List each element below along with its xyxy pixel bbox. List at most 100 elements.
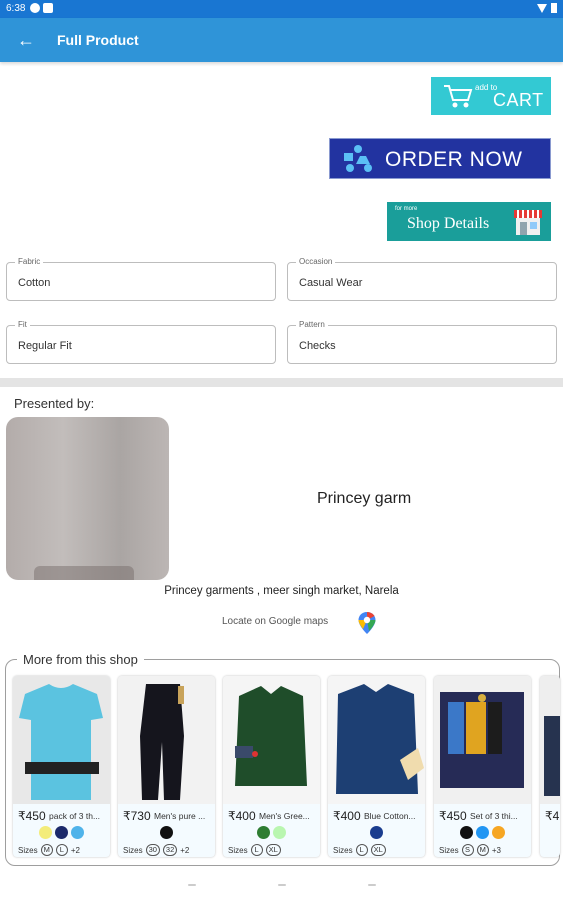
size-chip[interactable]: S [461, 844, 474, 856]
size-list: Sizes L XL [228, 844, 281, 856]
delivery-scooter-icon [344, 145, 372, 172]
locate-on-maps-link[interactable]: Locate on Google maps [222, 616, 328, 627]
cart-label: CART [493, 90, 544, 110]
color-swatches [328, 826, 425, 839]
shop-details-button[interactable]: for more Shop Details [387, 202, 551, 241]
product-price: ₹400 [228, 809, 256, 823]
notification-file-icon [43, 3, 53, 13]
product-name: pack of 3 th... [49, 811, 101, 821]
shop-address: Princey garments , meer singh market, Na… [164, 585, 399, 597]
color-swatch[interactable] [476, 826, 489, 839]
size-chip[interactable]: 30 [145, 844, 160, 856]
fabric-value: Cotton [18, 277, 51, 289]
product-image [434, 676, 531, 804]
product-card[interactable]: ₹400 Men's Gree... Sizes L XL [223, 676, 320, 857]
shop-details-label: Shop Details [407, 215, 490, 232]
google-maps-pin-icon[interactable] [357, 611, 377, 635]
sizes-label: Sizes [123, 845, 143, 855]
color-swatch[interactable] [273, 826, 286, 839]
size-list: Sizes S M +3 [439, 844, 501, 856]
section-divider [0, 378, 563, 387]
shopping-cart-icon [444, 85, 473, 108]
color-swatches [434, 826, 531, 839]
fabric-field: Fabric Cotton [6, 257, 276, 301]
color-swatch[interactable] [257, 826, 270, 839]
product-image [223, 676, 320, 804]
occasion-label: Occasion [296, 257, 336, 266]
fit-value: Regular Fit [18, 340, 72, 352]
size-chip[interactable]: L [55, 844, 68, 856]
storefront-icon [514, 210, 542, 235]
notification-app-icon [30, 3, 40, 13]
shop-image[interactable] [6, 417, 169, 580]
status-bar: 6:38 [0, 0, 563, 18]
product-image [328, 676, 425, 804]
product-price: ₹730 [123, 809, 151, 823]
size-list: Sizes L XL [333, 844, 386, 856]
color-swatches [13, 826, 110, 839]
add-to-cart-button[interactable]: add to CART [431, 77, 551, 115]
product-image [118, 676, 215, 804]
color-swatch[interactable] [39, 826, 52, 839]
shop-name: Princey garm [317, 490, 412, 507]
notification-icons [30, 3, 53, 13]
more-sizes-count: +2 [180, 845, 190, 855]
pattern-field: Pattern Checks [287, 320, 557, 364]
presented-by-heading: Presented by: [14, 396, 95, 411]
product-price: ₹400 [333, 809, 361, 823]
more-sizes-count: +2 [70, 845, 80, 855]
nav-hint [188, 884, 196, 886]
size-chip[interactable]: M [476, 844, 489, 856]
occasion-value: Casual Wear [299, 277, 363, 289]
shop-details-small-label: for more [395, 206, 418, 212]
more-from-shop-title: More from this shop [17, 652, 144, 667]
product-name: Men's pure ... [154, 811, 206, 821]
color-swatches [223, 826, 320, 839]
pattern-label: Pattern [296, 320, 328, 329]
wifi-icon [537, 3, 547, 13]
product-price: ₹450 [439, 809, 467, 823]
color-swatch[interactable] [160, 826, 173, 839]
product-name: Blue Cotton... [364, 811, 416, 821]
sizes-label: Sizes [333, 845, 353, 855]
product-card[interactable]: ₹730 Men's pure ... Sizes 30 32 +2 [118, 676, 215, 857]
product-price: ₹450 [18, 809, 46, 823]
color-swatch[interactable] [492, 826, 505, 839]
size-chip[interactable]: 32 [162, 844, 178, 856]
nav-hint [368, 884, 376, 886]
color-swatch[interactable] [460, 826, 473, 839]
size-chip[interactable]: L [250, 844, 263, 856]
more-sizes-count: +3 [491, 845, 501, 855]
color-swatch[interactable] [370, 826, 383, 839]
product-card[interactable]: ₹400 Blue Cotton... Sizes L XL [328, 676, 425, 857]
size-chip[interactable]: XL [265, 844, 281, 856]
sizes-label: Sizes [228, 845, 248, 855]
battery-icon [551, 3, 557, 13]
product-name: Set of 3 thi... [470, 811, 518, 821]
size-chip[interactable]: M [40, 844, 53, 856]
color-swatch[interactable] [55, 826, 68, 839]
page-title: Full Product [57, 32, 139, 48]
order-now-button[interactable]: ORDER NOW [329, 138, 551, 179]
status-time: 6:38 [6, 3, 26, 14]
size-chip[interactable]: L [355, 844, 368, 856]
product-card[interactable]: ₹450 pack of 3 th... Sizes M L +2 [13, 676, 110, 857]
app-bar: ← Full Product [0, 18, 563, 62]
nav-hint [278, 884, 286, 886]
order-now-label: ORDER NOW [385, 148, 523, 171]
size-list: Sizes 30 32 +2 [123, 844, 189, 856]
sizes-label: Sizes [439, 845, 459, 855]
product-price: ₹4 [545, 809, 560, 823]
product-card[interactable]: ₹4 [540, 676, 560, 857]
system-icons [537, 3, 557, 13]
size-chip[interactable]: XL [370, 844, 386, 856]
product-name: Men's Gree... [259, 811, 310, 821]
color-swatches [118, 826, 215, 839]
pattern-value: Checks [299, 340, 336, 352]
product-image [13, 676, 110, 804]
back-arrow-icon[interactable]: ← [14, 28, 38, 52]
color-swatch[interactable] [71, 826, 84, 839]
occasion-field: Occasion Casual Wear [287, 257, 557, 301]
product-card[interactable]: ₹450 Set of 3 thi... Sizes S M +3 [434, 676, 531, 857]
fit-label: Fit [15, 320, 30, 329]
